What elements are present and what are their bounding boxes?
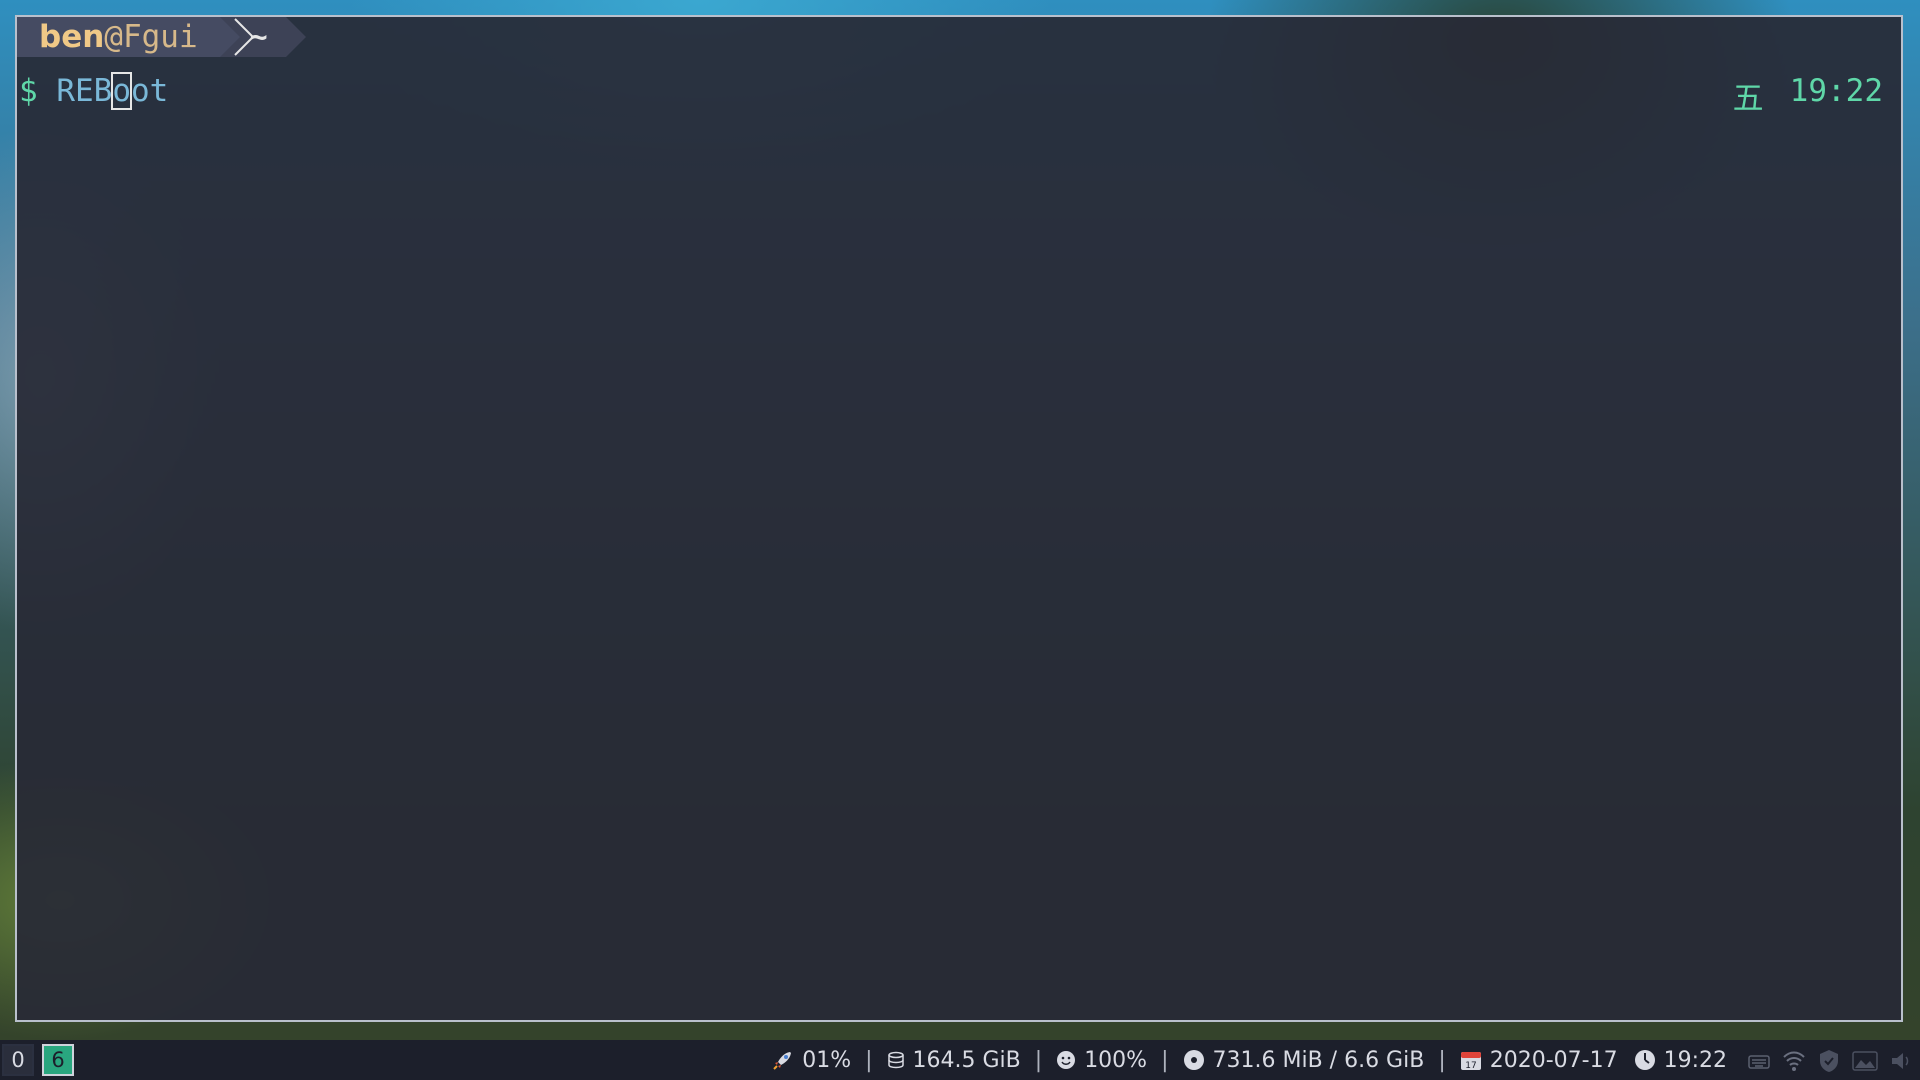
command-text-before-cursor: REB <box>56 73 113 109</box>
right-prompt-time: 19:22 <box>1789 73 1883 109</box>
prompt-host: Fgui <box>122 19 198 55</box>
status-bar: 0 6 01% | 164.5 GiB | 100% | 731.6 MiB /… <box>0 1040 1920 1080</box>
clock-value: 19:22 <box>1663 1047 1727 1073</box>
clock-icon <box>1634 1050 1655 1070</box>
prompt-end-arrow-icon <box>285 17 306 57</box>
chevron-right-icon <box>234 18 255 56</box>
workspace-button-6[interactable]: 6 <box>42 1044 74 1076</box>
battery-value: 100% <box>1084 1047 1148 1073</box>
cpu-value: 01% <box>802 1047 852 1073</box>
cpu-status: 01% <box>772 1048 851 1073</box>
prompt-symbol: $ <box>19 73 38 109</box>
rocket-icon <box>773 1052 792 1070</box>
date-value: 2020-07-17 <box>1489 1047 1618 1073</box>
calendar-icon: 17 <box>1460 1052 1481 1071</box>
clock-status: 19:22 <box>1634 1048 1727 1073</box>
memory-value: 731.6 MiB / 6.6 GiB <box>1212 1047 1425 1073</box>
smiley-icon <box>1057 1051 1076 1069</box>
wifi-icon[interactable] <box>1782 1050 1806 1072</box>
keyboard-icon[interactable] <box>1748 1052 1770 1070</box>
svg-text:17: 17 <box>1465 1061 1476 1071</box>
battery-status: 100% <box>1056 1048 1147 1073</box>
command-text-after-cursor: ot <box>131 73 169 109</box>
shield-icon[interactable] <box>1818 1049 1840 1073</box>
memory-icon <box>1183 1050 1204 1070</box>
memory-status: 731.6 MiB / 6.6 GiB <box>1183 1047 1425 1073</box>
workspace-button-0[interactable]: 0 <box>2 1044 34 1076</box>
volume-icon[interactable] <box>1890 1050 1912 1072</box>
disk-status: 164.5 GiB <box>887 1048 1021 1073</box>
separator: | <box>1161 1047 1169 1073</box>
command-line[interactable]: $ REB o ot <box>19 72 169 110</box>
right-prompt-day: 五 <box>1732 81 1764 117</box>
image-icon[interactable] <box>1852 1050 1878 1072</box>
text-cursor: o <box>111 72 132 110</box>
prompt-user: ben <box>39 19 105 55</box>
right-prompt: 五 19:22 <box>1733 73 1883 118</box>
status-items: 01% | 164.5 GiB | 100% | 731.6 MiB / 6.6… <box>772 1040 1727 1080</box>
prompt-host-segment: ben @ Fgui <box>17 17 220 57</box>
prompt-at: @ <box>104 19 123 55</box>
disk-icon <box>887 1051 904 1069</box>
disk-value: 164.5 GiB <box>912 1047 1021 1073</box>
separator: | <box>1034 1047 1043 1073</box>
date-status: 17 2020-07-17 <box>1460 1048 1618 1073</box>
separator: | <box>1438 1047 1446 1073</box>
system-tray <box>1748 1048 1912 1074</box>
terminal-window[interactable]: ben @ Fgui ~ $ REB o ot 五 19:22 <box>15 15 1903 1022</box>
separator: | <box>865 1047 873 1073</box>
